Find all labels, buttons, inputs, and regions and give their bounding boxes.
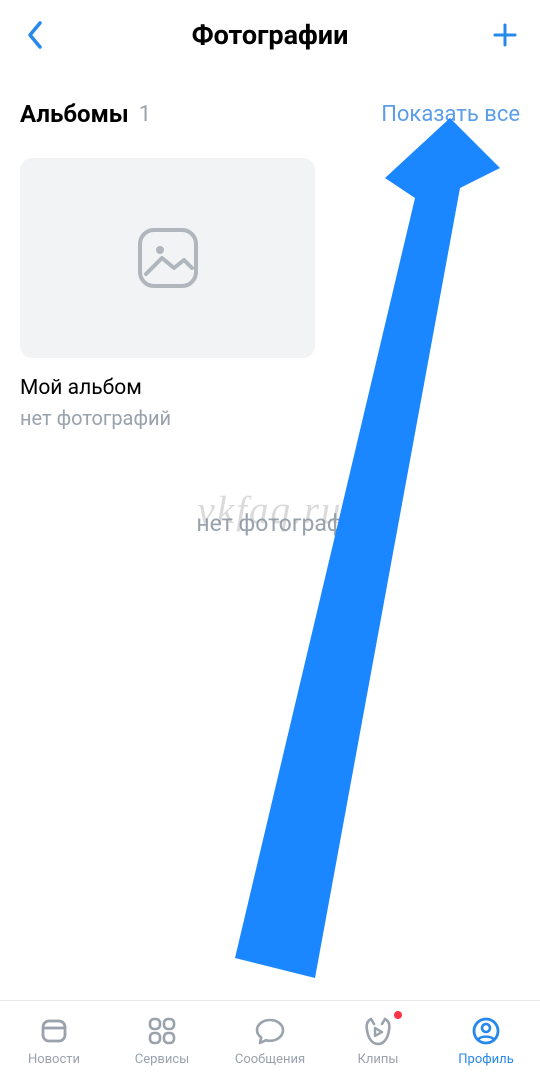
albums-count: 1 xyxy=(139,102,151,127)
messages-icon xyxy=(253,1014,287,1048)
tab-services[interactable]: Сервисы xyxy=(108,1001,216,1080)
album-grid: Мой альбом нет фотографий xyxy=(0,138,540,450)
notification-dot xyxy=(394,1011,402,1019)
tab-label: Клипы xyxy=(358,1052,399,1067)
tab-label: Сообщения xyxy=(235,1052,305,1067)
album-name: Мой альбом xyxy=(20,376,520,400)
plus-icon xyxy=(491,21,519,49)
albums-section-header: Альбомы 1 Показать все xyxy=(0,70,540,138)
page-title: Фотографии xyxy=(192,19,349,51)
news-icon xyxy=(37,1014,71,1048)
clips-icon xyxy=(361,1014,395,1048)
album-meta: нет фотографий xyxy=(20,406,520,430)
tabbar: Новости Сервисы Сообщения xyxy=(0,1000,540,1080)
header: Фотографии xyxy=(0,0,540,70)
empty-state: нет фотограф xyxy=(0,510,540,537)
tab-label: Сервисы xyxy=(135,1052,190,1067)
tab-label: Профиль xyxy=(458,1052,514,1067)
back-button[interactable] xyxy=(20,20,50,50)
tab-label: Новости xyxy=(28,1052,80,1067)
add-button[interactable] xyxy=(490,20,520,50)
album-thumbnail[interactable] xyxy=(20,158,315,358)
empty-state-text: нет фотограф xyxy=(0,510,540,537)
tab-messages[interactable]: Сообщения xyxy=(216,1001,324,1080)
services-icon xyxy=(145,1014,179,1048)
chevron-left-icon xyxy=(26,20,44,50)
tab-news[interactable]: Новости xyxy=(0,1001,108,1080)
albums-title: Альбомы xyxy=(20,100,129,128)
image-placeholder-icon xyxy=(132,222,204,294)
profile-icon xyxy=(469,1014,503,1048)
tab-profile[interactable]: Профиль xyxy=(432,1001,540,1080)
show-all-link[interactable]: Показать все xyxy=(381,102,520,127)
tab-clips[interactable]: Клипы xyxy=(324,1001,432,1080)
